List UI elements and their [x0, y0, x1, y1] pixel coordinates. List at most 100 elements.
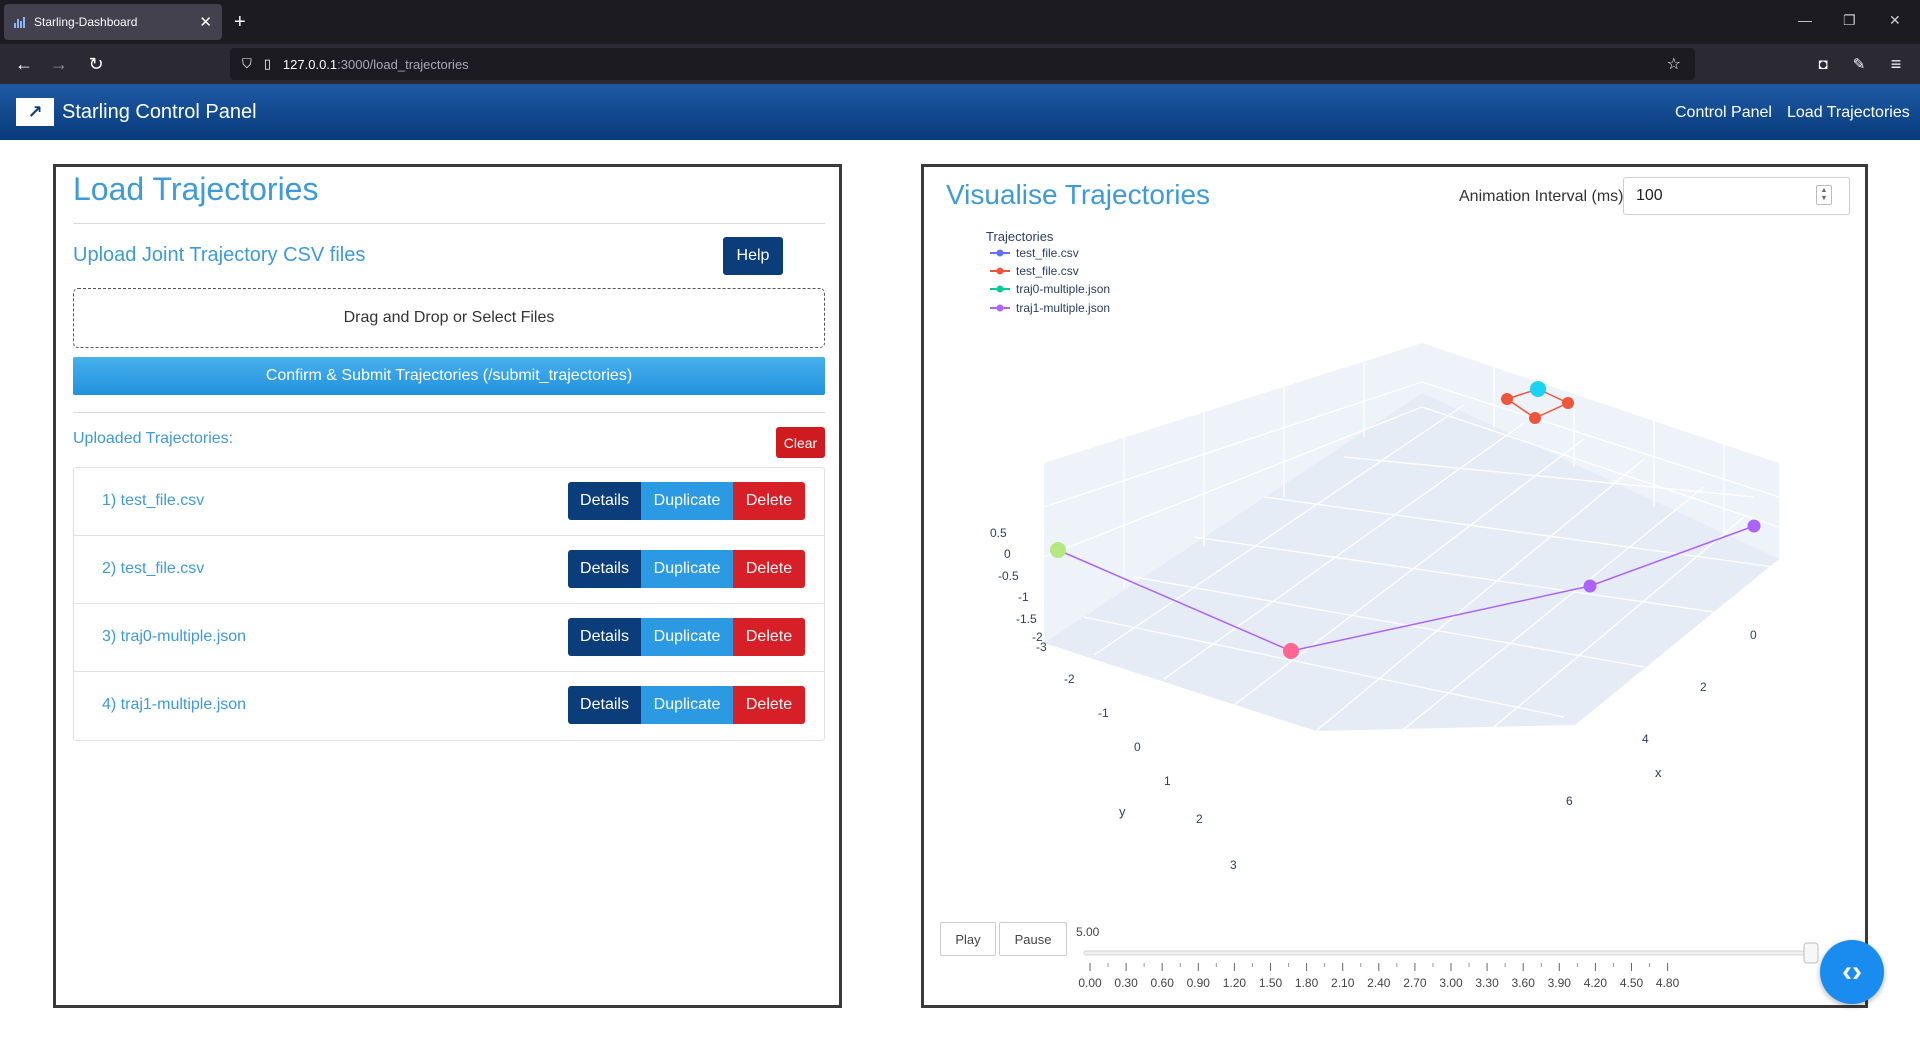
slider-tick-label: 3.60 [1512, 976, 1536, 990]
list-item: 4) traj1-multiple.json Details Duplicate… [74, 672, 824, 740]
forward-icon[interactable]: → [47, 52, 71, 76]
shield-icon: ⛉ [242, 56, 252, 71]
clear-button[interactable]: Clear [776, 427, 825, 458]
starling-logo-icon[interactable]: ↗ [16, 98, 54, 126]
trajectory-point[interactable] [1747, 519, 1761, 533]
new-tab-icon[interactable]: + [234, 10, 246, 34]
slider-tick-label: 0.00 [1078, 976, 1102, 990]
divider [73, 412, 825, 413]
legend-entry[interactable]: test_file.csv [1016, 264, 1079, 278]
y-tick: 3 [1230, 858, 1237, 872]
reload-icon[interactable]: ↻ [84, 52, 108, 76]
slider-tick-label: 0.30 [1114, 976, 1138, 990]
app-header: ↗ Starling Control Panel Control Panel L… [0, 84, 1920, 140]
slider-tick-label: 0.60 [1151, 976, 1175, 990]
delete-button[interactable]: Delete [733, 686, 805, 724]
duplicate-button[interactable]: Duplicate [641, 686, 733, 724]
app-title[interactable]: Starling Control Panel [62, 101, 257, 124]
details-button[interactable]: Details [568, 618, 641, 656]
trajectory-point[interactable] [1529, 412, 1541, 424]
legend-marker [996, 285, 1004, 293]
legend-entry[interactable]: test_file.csv [1016, 246, 1079, 260]
x-tick: 4 [1642, 732, 1649, 746]
pocket-icon[interactable]: ◘ [1811, 52, 1835, 76]
pause-button[interactable]: Pause [999, 922, 1067, 956]
minimize-icon[interactable]: — [1798, 12, 1812, 28]
x-axis-label: x [1655, 765, 1662, 780]
z-tick: 0.5 [990, 526, 1007, 540]
help-button[interactable]: Help [723, 237, 783, 275]
legend-entry[interactable]: traj1-multiple.json [1016, 301, 1110, 315]
slider-handle[interactable] [1803, 942, 1819, 964]
browser-tab[interactable]: Starling-Dashboard ✕ [4, 4, 222, 40]
code-toggle-icon[interactable]: ‹› [1820, 940, 1884, 1004]
y-axis-label: y [1119, 804, 1126, 819]
trajectory-name[interactable]: 4) traj1-multiple.json [102, 696, 246, 714]
visualise-trajectories-panel: Visualise Trajectories Animation Interva… [921, 164, 1868, 1008]
close-icon[interactable]: ✕ [199, 13, 212, 31]
z-tick: -3 [1036, 640, 1047, 654]
divider [73, 223, 825, 224]
confirm-submit-button[interactable]: Confirm & Submit Trajectories (/submit_t… [73, 357, 825, 395]
wrench-icon[interactable]: ✎ [1847, 52, 1871, 76]
play-button[interactable]: Play [940, 922, 996, 956]
trajectory-3d-plot[interactable]: Trajectories test_file.csv test_file.csv… [924, 167, 1865, 1005]
delete-button[interactable]: Delete [733, 550, 805, 588]
list-item: 2) test_file.csv Details Duplicate Delet… [74, 536, 824, 604]
duplicate-button[interactable]: Duplicate [641, 482, 733, 520]
nav-control-panel[interactable]: Control Panel [1675, 104, 1772, 122]
trajectory-name[interactable]: 2) test_file.csv [102, 560, 204, 578]
back-icon[interactable]: ← [12, 52, 36, 76]
trajectory-point[interactable] [1562, 397, 1574, 409]
delete-button[interactable]: Delete [733, 482, 805, 520]
duplicate-button[interactable]: Duplicate [641, 550, 733, 588]
y-tick: -2 [1064, 672, 1075, 686]
slider-tick-label: 4.20 [1584, 976, 1608, 990]
details-button[interactable]: Details [568, 482, 641, 520]
x-tick: 6 [1566, 794, 1573, 808]
tab-title: Starling-Dashboard [34, 15, 138, 29]
slider-tick-label: 3.30 [1475, 976, 1499, 990]
url-bar[interactable]: ⛉ ▯ 127.0.0.1:3000/load_trajectories ☆ [230, 48, 1695, 80]
y-tick: 1 [1164, 774, 1171, 788]
trajectory-name[interactable]: 3) traj0-multiple.json [102, 628, 246, 646]
legend[interactable]: test_file.csv test_file.csv traj0-multip… [990, 246, 1110, 315]
z-tick: -0.5 [998, 569, 1019, 583]
legend-entry[interactable]: traj0-multiple.json [1016, 282, 1110, 296]
trajectory-point[interactable] [1530, 381, 1546, 397]
z-tick: -1 [1018, 590, 1029, 604]
slider-tick-label: 0.90 [1187, 976, 1211, 990]
y-axis-ticks: -2 -1 0 1 2 3 y [1064, 672, 1237, 872]
trajectory-point[interactable] [1501, 393, 1513, 405]
slider-tick-label: 3.90 [1548, 976, 1572, 990]
uploaded-label: Uploaded Trajectories: [73, 430, 234, 447]
details-button[interactable]: Details [568, 550, 641, 588]
file-dropzone[interactable]: Drag and Drop or Select Files [73, 288, 825, 348]
slider-tick-label: 2.70 [1403, 976, 1427, 990]
slider-tick-label: 3.00 [1439, 976, 1463, 990]
trajectory-point[interactable] [1283, 643, 1299, 659]
x-tick: 2 [1700, 680, 1707, 694]
nav-load-trajectories[interactable]: Load Trajectories [1787, 104, 1910, 122]
slider-track[interactable] [1083, 950, 1815, 956]
page-icon: ▯ [263, 56, 271, 71]
z-axis-ticks: 0.5 0 -0.5 -1 -1.5 -2 -3 [990, 526, 1047, 654]
details-button[interactable]: Details [568, 686, 641, 724]
trajectory-name[interactable]: 1) test_file.csv [102, 492, 204, 510]
delete-button[interactable]: Delete [733, 618, 805, 656]
z-tick: 0 [1004, 547, 1011, 561]
window-close-icon[interactable]: ✕ [1889, 12, 1901, 29]
x-tick: 0 [1750, 628, 1757, 642]
url-path: :3000/load_trajectories [337, 56, 469, 72]
list-item: 1) test_file.csv Details Duplicate Delet… [74, 468, 824, 536]
trajectory-point[interactable] [1050, 542, 1066, 558]
duplicate-button[interactable]: Duplicate [641, 618, 733, 656]
slider-value: 5.00 [1076, 925, 1100, 939]
url-host: 127.0.0.1 [282, 56, 338, 72]
slider-tick-label: 2.40 [1367, 976, 1391, 990]
bookmark-star-icon[interactable]: ☆ [1667, 54, 1681, 74]
restore-icon[interactable]: ❐ [1843, 12, 1856, 29]
load-trajectories-panel: Load Trajectories Upload Joint Trajector… [53, 164, 842, 1008]
trajectory-point[interactable] [1583, 579, 1597, 593]
menu-icon[interactable]: ≡ [1884, 52, 1908, 76]
